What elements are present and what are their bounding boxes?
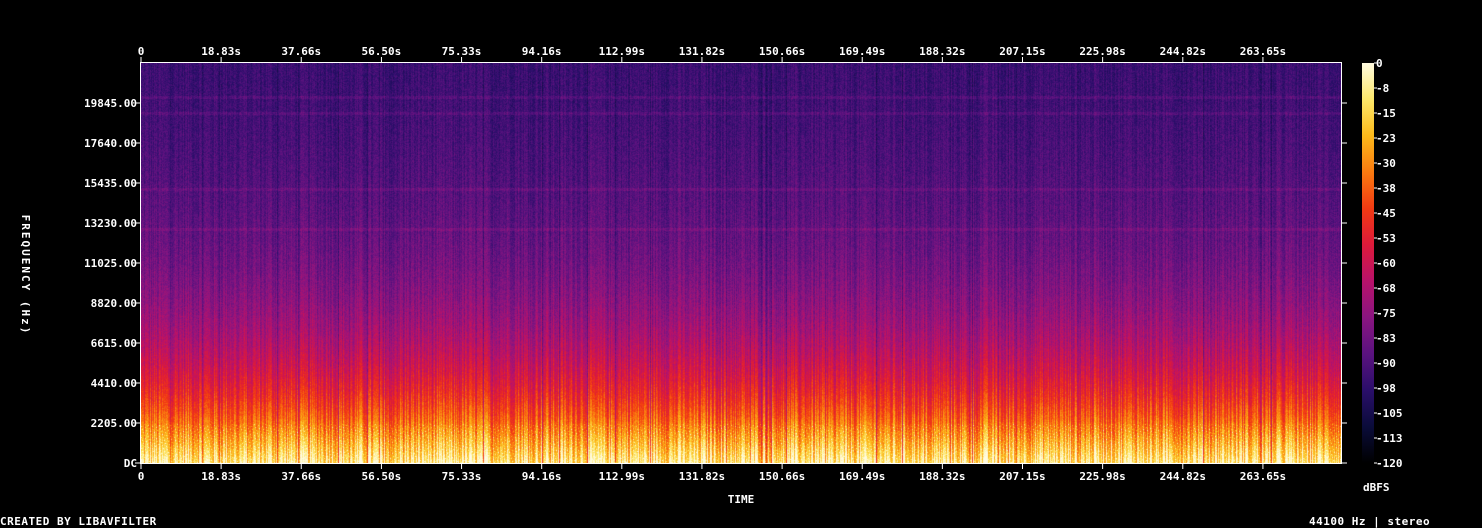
colorbar: 0 -8 -15 -23 -30 -38 -45 -53 -60 -68 -75 -83 -90 -98 -… — [1362, 57, 1403, 470]
y-tick-label: 8820.00 — [91, 297, 137, 310]
y-tick-label: 17640.00 — [84, 137, 137, 150]
y-tick-label: DC — [124, 457, 137, 470]
x-tick-label-bottom: 244.82s — [1160, 470, 1206, 483]
x-tick-label-bottom: 207.15s — [999, 470, 1045, 483]
x-tick-label-bottom: 94.16s — [522, 470, 562, 483]
x-tick-label-bottom: 169.49s — [839, 470, 885, 483]
x-tick-label-top: 112.99s — [599, 45, 645, 58]
spectrogram-chart: 0 0 18.83s 18.83s 37.66s 37.66s 56.50s 56.50s 75… — [19, 45, 1403, 506]
colorbar-label: dBFS — [1363, 481, 1390, 494]
colorbar-tick-label: -23 — [1376, 132, 1396, 145]
x-tick-label-bottom: 75.33s — [442, 470, 482, 483]
x-tick-label-bottom: 131.82s — [679, 470, 725, 483]
x-tick-label-top: 244.82s — [1160, 45, 1206, 58]
colorbar-tick-label: -15 — [1376, 107, 1396, 120]
x-tick-label-top: 150.66s — [759, 45, 805, 58]
x-tick-label-bottom: 0 — [138, 470, 145, 483]
x-tick-label-top: 131.82s — [679, 45, 725, 58]
colorbar-tick-label: -98 — [1376, 382, 1396, 395]
x-tick-label-top: 207.15s — [999, 45, 1045, 58]
x-tick-label-top: 188.32s — [919, 45, 965, 58]
x-tick-label-top: 169.49s — [839, 45, 885, 58]
x-tick-label-top: 37.66s — [281, 45, 321, 58]
x-tick-label-top: 75.33s — [442, 45, 482, 58]
y-tick-label: 15435.00 — [84, 177, 137, 190]
x-tick-label-top: 0 — [138, 45, 145, 58]
x-tick-label-bottom: 225.98s — [1079, 470, 1125, 483]
x-tick-label-bottom: 150.66s — [759, 470, 805, 483]
colorbar-tick-label: -113 — [1376, 432, 1403, 445]
x-tick-label-top: 18.83s — [201, 45, 241, 58]
y-tick-label: 11025.00 — [84, 257, 137, 270]
footer-audio-info: 44100 Hz | stereo — [1309, 515, 1431, 528]
colorbar-tick-label: -30 — [1376, 157, 1396, 170]
footer-credit: CREATED BY LIBAVFILTER — [0, 515, 157, 528]
x-tick-label-bottom: 37.66s — [281, 470, 321, 483]
x-tick-label-bottom: 188.32s — [919, 470, 965, 483]
y-tick-label: 6615.00 — [91, 337, 137, 350]
colorbar-gradient — [1362, 63, 1374, 463]
colorbar-tick-label: -45 — [1376, 207, 1396, 220]
y-tick-label: 19845.00 — [84, 97, 137, 110]
x-tick-label-top: 263.65s — [1240, 45, 1286, 58]
colorbar-tick-label: -120 — [1376, 457, 1403, 470]
x-tick-label-bottom: 112.99s — [599, 470, 645, 483]
x-tick-label-top: 56.50s — [362, 45, 402, 58]
colorbar-tick-label: 0 — [1376, 57, 1383, 70]
x-axis-label: TIME — [728, 493, 755, 506]
spectrogram-image — [141, 63, 1341, 463]
plot-area — [141, 63, 1341, 463]
x-tick-label-bottom: 56.50s — [362, 470, 402, 483]
colorbar-tick-label: -38 — [1376, 182, 1396, 195]
colorbar-tick-label: -83 — [1376, 332, 1396, 345]
y-tick-label: 2205.00 — [91, 417, 137, 430]
colorbar-tick-label: -105 — [1376, 407, 1403, 420]
x-tick-label-bottom: 18.83s — [201, 470, 241, 483]
y-tick-label: 13230.00 — [84, 217, 137, 230]
colorbar-tick-label: -8 — [1376, 82, 1389, 95]
x-tick-label-top: 225.98s — [1079, 45, 1125, 58]
colorbar-tick-label: -68 — [1376, 282, 1396, 295]
y-tick-label: 4410.00 — [91, 377, 137, 390]
y-axis-label: FREQUENCY (Hz) — [19, 215, 32, 336]
colorbar-tick-label: -90 — [1376, 357, 1396, 370]
x-tick-label-top: 94.16s — [522, 45, 562, 58]
x-tick-label-bottom: 263.65s — [1240, 470, 1286, 483]
colorbar-tick-label: -60 — [1376, 257, 1396, 270]
colorbar-tick-label: -53 — [1376, 232, 1396, 245]
colorbar-tick-label: -75 — [1376, 307, 1396, 320]
